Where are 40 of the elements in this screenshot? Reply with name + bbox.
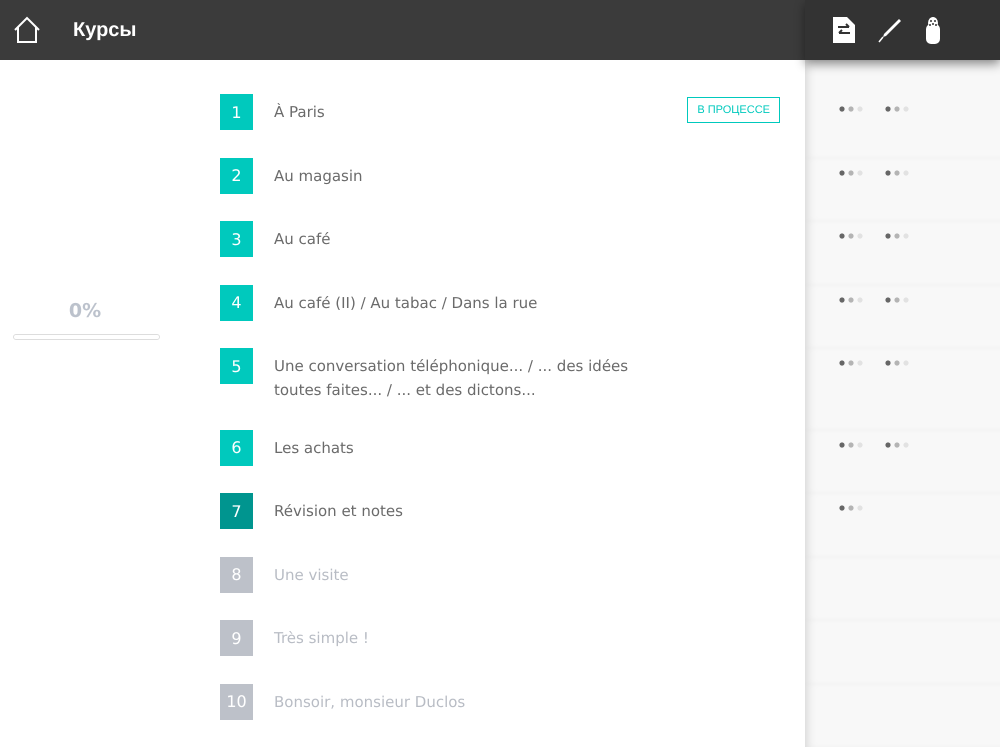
progress-dots-icon (885, 233, 910, 239)
progress-dots-icon (839, 170, 864, 176)
progress-dots-icon (885, 442, 910, 448)
lesson-title[interactable]: Révision et notes (274, 493, 674, 523)
progress-dots-icon (839, 106, 864, 112)
lesson-title[interactable]: Les achats (274, 430, 674, 460)
lesson-number[interactable]: 9 (220, 620, 253, 656)
microphone-icon[interactable] (925, 16, 941, 44)
progress-dots-icon (839, 296, 864, 302)
lesson-number[interactable]: 6 (220, 430, 253, 466)
header-title: Курсы (73, 18, 136, 42)
lesson-number[interactable]: 1 (220, 94, 253, 130)
lesson-number[interactable]: 4 (220, 284, 253, 320)
lesson-number[interactable]: 2 (220, 158, 253, 194)
lesson-number[interactable]: 7 (220, 493, 253, 529)
lesson-title[interactable]: À Paris (274, 94, 674, 124)
lesson-title[interactable]: Au café (274, 221, 674, 251)
progress-dots-icon (885, 360, 910, 366)
status-badge: В ПРОЦЕССЕ (687, 97, 780, 123)
lesson-title[interactable]: Bonsoir, monsieur Duclos (274, 684, 674, 714)
progress-dots-icon (885, 296, 910, 302)
document-swap-icon[interactable] (833, 17, 855, 43)
lesson-number[interactable]: 10 (220, 684, 253, 720)
lesson-title[interactable]: Très simple ! (274, 620, 674, 650)
progress-percent: 0% (68, 300, 102, 322)
lesson-number[interactable]: 5 (220, 348, 253, 384)
lesson-title[interactable]: Une conversation téléphonique... / ... des idées toutes faites... / ... et des dictons... (274, 348, 674, 402)
progress-dots-icon (839, 233, 864, 239)
lesson-title[interactable]: Au café (II) / Au tabac / Dans la rue (274, 284, 674, 314)
progress-dots-icon (839, 442, 864, 448)
lesson-number[interactable]: 3 (220, 221, 253, 257)
progress-dots-icon (839, 360, 864, 366)
progress-dots-icon (885, 106, 910, 112)
lesson-title[interactable]: Une visite (274, 556, 674, 586)
pen-icon[interactable] (877, 17, 903, 43)
lesson-title[interactable]: Au magasin (274, 158, 674, 188)
progress-dots-icon (885, 170, 910, 176)
progress-dots-icon (839, 505, 864, 511)
lesson-number[interactable]: 8 (220, 556, 253, 592)
home-icon[interactable] (13, 16, 41, 44)
